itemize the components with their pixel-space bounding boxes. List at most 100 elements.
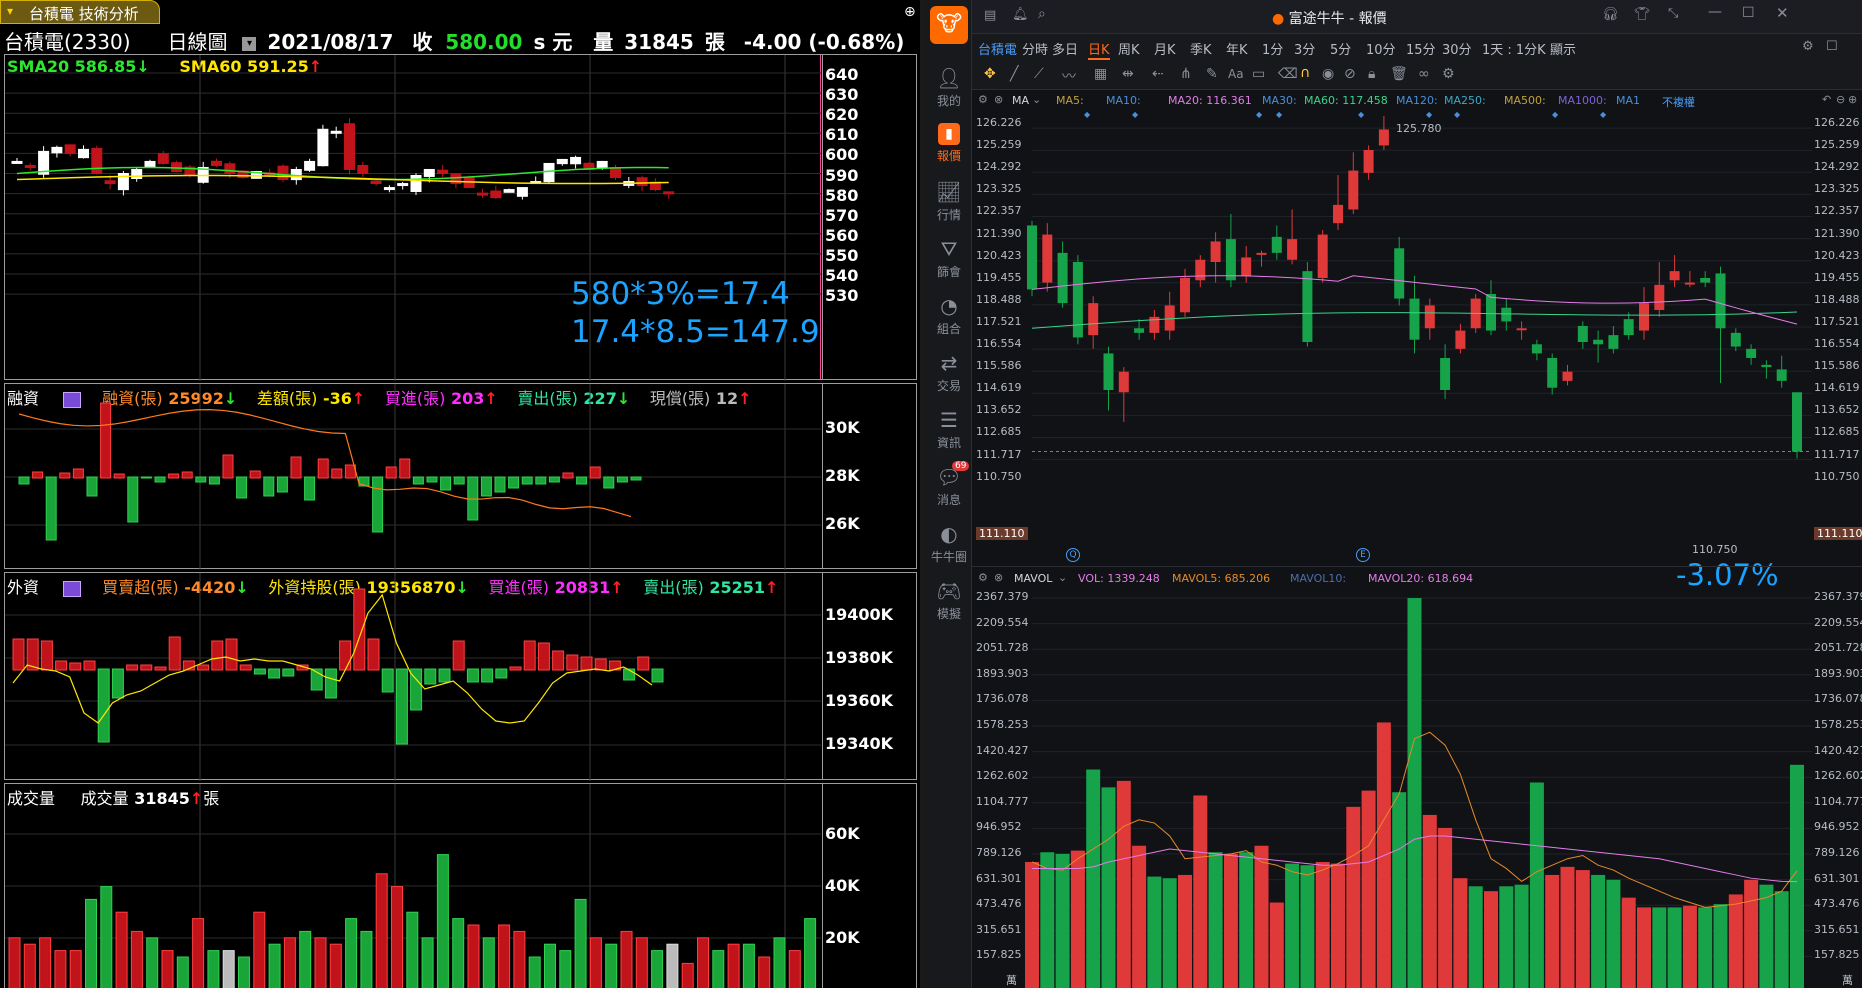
tab-9[interactable]: 3分	[1294, 39, 1315, 58]
left-tab[interactable]: ▾ 台積電 技術分析	[0, 0, 160, 24]
tab-2[interactable]: 多日	[1052, 39, 1078, 58]
measure-icon[interactable]: ⇹	[1122, 66, 1134, 82]
zoom-icon[interactable]: ⊕	[904, 4, 916, 20]
settings-icon[interactable]: ⚙	[978, 93, 988, 106]
ma-dropdown-icon[interactable]: ⌄	[1032, 93, 1041, 106]
close-icon[interactable]: ✕	[1776, 4, 1789, 22]
bar-up	[367, 638, 380, 671]
tab-4[interactable]: 周K	[1118, 39, 1140, 58]
sidebar-item-label: 模擬	[936, 607, 961, 621]
lock-icon[interactable]: 🔒︎	[1368, 66, 1375, 82]
layout-icon[interactable]: ☐	[1826, 39, 1838, 54]
tab-0[interactable]: 台積電	[978, 39, 1017, 58]
axis-tick-label: 19360K	[825, 691, 894, 710]
tab-7[interactable]: 年K	[1226, 39, 1248, 58]
tab-dropdown-icon[interactable]: ▾	[7, 4, 13, 18]
axis-tick-label: 631.301	[1814, 871, 1860, 885]
candle-body	[24, 165, 36, 169]
volume-panel[interactable]: 成交量 成交量 31845↑張 60K 40K 20K	[4, 783, 917, 988]
candle-body	[556, 158, 568, 165]
shirt-icon[interactable]: 👕︎	[1634, 7, 1651, 22]
tab-3[interactable]: 日K	[1088, 39, 1110, 60]
sidebar-item-1[interactable]: ▮ 報價	[926, 123, 972, 164]
pen-icon[interactable]: ✎	[1206, 66, 1218, 82]
candle-body	[1562, 371, 1573, 381]
bar-down	[253, 668, 266, 675]
minimize-icon[interactable]: —	[1708, 4, 1722, 20]
tab-label: 台積電 技術分析	[29, 5, 139, 23]
event-marker-q[interactable]: Q	[1066, 548, 1080, 562]
ma-label[interactable]: MA	[1012, 94, 1029, 107]
tab-11[interactable]: 10分	[1366, 39, 1396, 58]
adjust-dropdown[interactable]: 不複權	[1662, 94, 1695, 110]
price-panel[interactable]: SMA20 586.85↓ SMA60 591.25↑ 640 630 620 610…	[4, 54, 917, 381]
axis-tick-label: 2051.728	[976, 641, 1029, 655]
sidebar-item-6[interactable]: ☰ 資訊	[926, 408, 972, 451]
headset-icon[interactable]: 🎧︎	[1602, 7, 1619, 22]
event-marker-e[interactable]: E	[1356, 548, 1370, 562]
app-logo[interactable]: 🐮	[930, 6, 968, 44]
axis-tick-label: 120.423	[976, 248, 1022, 262]
bell-icon[interactable]: 🔔︎	[1012, 7, 1029, 22]
zoom-in-icon[interactable]: ⊕	[1848, 93, 1857, 106]
eraser-icon[interactable]: ⌫	[1278, 66, 1298, 82]
ray-icon[interactable]: ⟋	[1034, 66, 1044, 82]
margin-panel[interactable]: 融資 融資(張) 25992↓ 差額(張) -36↑ 買進(張) 203↑ 賣出…	[4, 383, 917, 570]
tab-8[interactable]: 1分	[1262, 39, 1283, 58]
layout-icon[interactable]: ▤	[984, 8, 996, 23]
bar-up	[32, 471, 44, 479]
tab-1[interactable]: 分時	[1022, 39, 1048, 58]
settings-icon[interactable]: ⚙	[1802, 39, 1814, 54]
tab-6[interactable]: 季K	[1190, 39, 1212, 58]
zoom-out-icon[interactable]: ⊖	[1836, 93, 1845, 106]
sidebar-item-0[interactable]: 👤︎ 我的	[926, 66, 972, 109]
tab-10[interactable]: 5分	[1330, 39, 1351, 58]
volume-bar	[681, 962, 694, 988]
hide-icon[interactable]: ⊘	[1344, 66, 1356, 82]
foreign-panel[interactable]: 外資 買賣超(張) -4420↓ 外資持股(張) 19356870↓ 買進(張)…	[4, 572, 917, 781]
bar-down	[495, 668, 508, 679]
crosshair-icon[interactable]: ✥	[984, 66, 996, 82]
line-icon[interactable]: ╱	[1010, 66, 1018, 82]
volume-unit: 張	[704, 30, 725, 54]
tab-15[interactable]: 顯示	[1550, 39, 1576, 58]
ma20-label: MA20: 116.361	[1168, 94, 1252, 107]
gear-icon[interactable]: ⚙	[1442, 66, 1455, 82]
ma1000-label: MA1000:	[1558, 94, 1607, 107]
fib-icon[interactable]: ▦	[1094, 66, 1107, 82]
tab-12[interactable]: 15分	[1406, 39, 1436, 58]
sidebar-item-9[interactable]: 🎮︎ 模擬	[926, 579, 972, 622]
mavol-dropdown-icon[interactable]: ⌄	[1058, 571, 1067, 584]
dropdown-icon[interactable]: ▾	[242, 36, 257, 51]
price-axis: 640 630 620 610 600 590 580 570 560 550 540 530	[825, 55, 915, 381]
tab-13[interactable]: 30分	[1442, 39, 1472, 58]
sidebar-item-3[interactable]: ⛛ 篩會	[926, 237, 972, 280]
close-indicator-icon[interactable]: ⊗	[994, 571, 1003, 584]
axis-tick-label: 570	[825, 205, 859, 225]
bar-down	[111, 668, 124, 699]
mavol-label[interactable]: MAVOL	[1014, 572, 1052, 585]
shrink-icon[interactable]: ⤡	[1668, 6, 1678, 21]
comment-icon[interactable]: ▭	[1252, 66, 1265, 82]
sidebar-item-7[interactable]: 💬︎ 消息 69	[926, 461, 972, 508]
fork-icon[interactable]: ⋔	[1180, 66, 1192, 82]
text-icon[interactable]: Aa	[1228, 67, 1244, 81]
tab-5[interactable]: 月K	[1154, 39, 1176, 58]
sidebar-item-4[interactable]: ◔ 組合	[926, 294, 972, 337]
sidebar-item-2[interactable]: 📈︎ 行情	[926, 180, 972, 223]
sidebar-item-8[interactable]: ◐ 牛牛圈	[926, 522, 972, 565]
wave-icon[interactable]: 〰	[1062, 66, 1076, 86]
trash-icon[interactable]: 🗑︎	[1390, 66, 1408, 82]
search-icon[interactable]: ⌕	[1038, 6, 1046, 22]
link-icon[interactable]: ∞	[1418, 66, 1430, 82]
settings-icon[interactable]: ⚙	[978, 571, 988, 584]
tab-14[interactable]: 1天 : 1分K	[1482, 39, 1546, 58]
close-indicator-icon[interactable]: ⊗	[994, 93, 1003, 106]
sidebar-item-5[interactable]: ⇄ 交易	[926, 351, 972, 394]
axis-tick-label: 112.685	[1814, 425, 1860, 439]
undo-icon[interactable]: ↶	[1822, 93, 1831, 106]
magnet-icon[interactable]: ∩	[1300, 65, 1310, 81]
visibility-icon[interactable]: ◉	[1322, 66, 1334, 82]
arrow-icon[interactable]: ⇠	[1152, 66, 1164, 82]
maximize-icon[interactable]: ☐	[1742, 5, 1755, 21]
